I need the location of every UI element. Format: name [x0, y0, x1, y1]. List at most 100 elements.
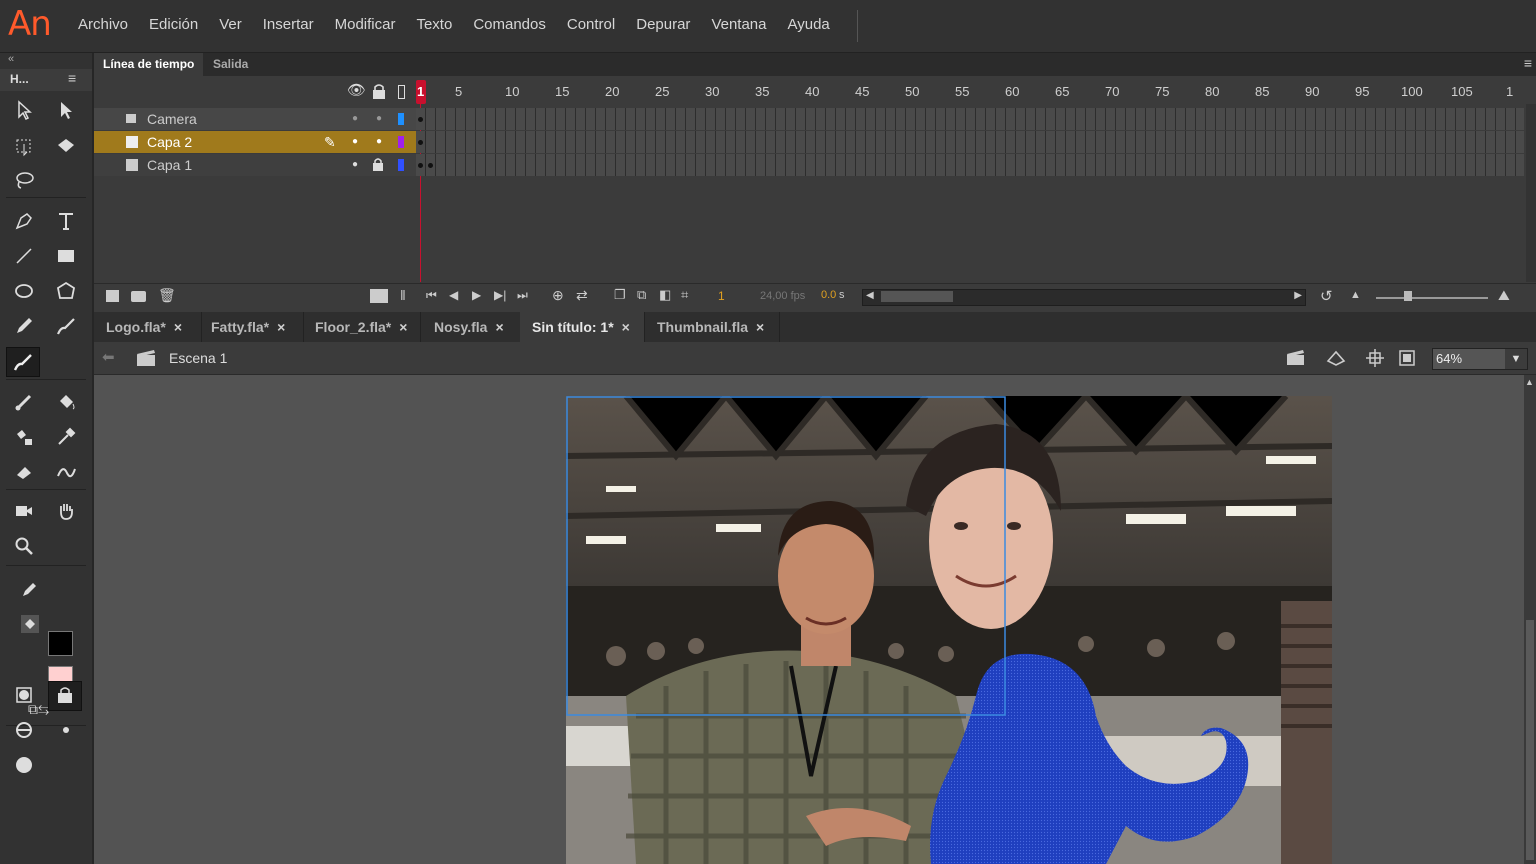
free-transform-tool-icon[interactable]: [8, 132, 40, 160]
timeline-scrollbar[interactable]: [1526, 104, 1536, 282]
rectangle-tool-icon[interactable]: [50, 242, 82, 270]
close-icon[interactable]: ×: [495, 319, 503, 335]
edit-scene-icon[interactable]: [1286, 349, 1308, 367]
doc-tab[interactable]: Floor_2.fla* ×: [303, 312, 421, 342]
onion-markers-icon[interactable]: ⌗: [681, 287, 688, 303]
keyframe[interactable]: [428, 163, 433, 168]
paint-brush-tool-icon[interactable]: [50, 312, 82, 340]
frame-rate[interactable]: 24,00 fps: [760, 290, 805, 302]
zoom-tool-icon[interactable]: [8, 532, 40, 560]
menu-depurar[interactable]: Depurar: [636, 16, 690, 33]
selection-tool-icon[interactable]: [8, 96, 40, 124]
3d-rotation-tool-icon[interactable]: [50, 132, 82, 160]
lock-all-icon[interactable]: [372, 83, 386, 99]
brush-tool-icon[interactable]: [6, 347, 40, 377]
scroll-up-icon[interactable]: ▲: [1525, 377, 1534, 387]
menu-ver[interactable]: Ver: [219, 16, 242, 33]
onion-outline-icon[interactable]: ⧉: [637, 287, 646, 303]
tab-output[interactable]: Salida: [204, 53, 257, 76]
show-hide-all-icon[interactable]: 👁: [347, 81, 366, 99]
panel-menu-icon[interactable]: ≡: [68, 70, 76, 86]
brush-mode-icon[interactable]: [8, 716, 40, 744]
delete-layer-icon[interactable]: 🗑: [158, 287, 176, 304]
timeline-hscroll[interactable]: ◀ ▶: [862, 289, 1306, 306]
play-icon[interactable]: ▶: [472, 288, 481, 302]
edit-multiple-icon[interactable]: ◧: [659, 287, 671, 303]
menu-edicion[interactable]: Edición: [149, 16, 198, 33]
menu-control[interactable]: Control: [567, 16, 615, 33]
zoom-select[interactable]: 64% ▼: [1432, 348, 1528, 370]
doc-tab[interactable]: Logo.fla* ×: [94, 312, 202, 342]
back-arrow-icon[interactable]: ⬅: [102, 348, 115, 366]
new-layer-icon[interactable]: [106, 290, 119, 302]
line-tool-icon[interactable]: [8, 242, 40, 270]
zoom-in-icon[interactable]: ⛰: [1498, 287, 1510, 304]
close-icon[interactable]: ×: [756, 319, 764, 335]
menu-ayuda[interactable]: Ayuda: [788, 16, 830, 33]
close-icon[interactable]: ×: [399, 319, 407, 335]
current-frame[interactable]: 1: [718, 289, 725, 303]
close-icon[interactable]: ×: [277, 319, 285, 335]
pencil-tool-icon[interactable]: [8, 312, 40, 340]
drag-handle-icon[interactable]: ‖: [400, 287, 406, 303]
layer-capa-2[interactable]: Capa 2 ✎ ● ●: [94, 131, 416, 153]
menu-insertar[interactable]: Insertar: [263, 16, 314, 33]
frames-camera[interactable]: [416, 108, 1524, 130]
paint-bucket-tool-icon[interactable]: [50, 388, 82, 416]
timeline-menu-icon[interactable]: ≡: [1524, 55, 1532, 71]
brush-size-icon[interactable]: [50, 716, 82, 744]
elapsed-time[interactable]: 0.0: [821, 289, 836, 301]
layer-color-swatch[interactable]: [398, 159, 404, 171]
visibility-dot[interactable]: ●: [352, 154, 358, 176]
chevron-down-icon[interactable]: ▼: [1505, 349, 1527, 369]
camera-toggle-icon[interactable]: [370, 289, 388, 303]
lock-dot[interactable]: ●: [376, 131, 382, 153]
eraser-tool-icon[interactable]: [8, 458, 40, 486]
outline-all-icon[interactable]: [398, 85, 405, 99]
scene-name[interactable]: Escena 1: [169, 350, 227, 366]
doc-tab-active[interactable]: Sin título: 1* ×: [520, 312, 645, 342]
slider-handle[interactable]: [1404, 291, 1412, 301]
keyframe[interactable]: [418, 163, 423, 168]
visibility-dot[interactable]: ●: [352, 108, 358, 130]
last-frame-icon[interactable]: ⏭: [517, 288, 528, 303]
layer-lock-icon[interactable]: [372, 157, 384, 171]
lock-dot[interactable]: ●: [376, 108, 382, 130]
onion-skin-icon[interactable]: ❐: [614, 287, 626, 303]
doc-tab[interactable]: Fatty.fla* ×: [199, 312, 304, 342]
brush-shape-icon[interactable]: [8, 751, 40, 779]
object-drawing-icon[interactable]: [8, 681, 40, 709]
text-tool-icon[interactable]: [50, 207, 82, 235]
edit-symbols-icon[interactable]: [1326, 349, 1348, 367]
first-frame-icon[interactable]: ⏮: [426, 288, 437, 303]
oval-tool-icon[interactable]: [8, 277, 40, 305]
step-back-icon[interactable]: ◀: [449, 288, 458, 302]
camera-tool-icon[interactable]: [8, 497, 40, 525]
layer-capa-1[interactable]: Capa 1 ●: [94, 154, 416, 176]
center-frame-icon[interactable]: ⊕: [552, 287, 564, 304]
clip-stage-icon[interactable]: [1398, 349, 1416, 367]
stroke-color-swatch[interactable]: [48, 631, 73, 656]
scroll-thumb[interactable]: [1526, 620, 1534, 860]
keyframe[interactable]: [418, 117, 423, 122]
doc-tab[interactable]: Thumbnail.fla ×: [645, 312, 780, 342]
new-folder-icon[interactable]: [131, 291, 146, 302]
tab-timeline[interactable]: Línea de tiempo: [94, 53, 204, 76]
eyedropper-tool-icon[interactable]: [50, 423, 82, 451]
loop-icon[interactable]: ⇄: [576, 287, 588, 304]
stage-vscroll[interactable]: ▲: [1524, 375, 1536, 864]
lock-fill-icon[interactable]: [48, 681, 82, 711]
keyframe[interactable]: [418, 140, 423, 145]
subselection-tool-icon[interactable]: [50, 96, 82, 124]
bone-tool-icon[interactable]: [8, 388, 40, 416]
scroll-left-icon[interactable]: ◀: [866, 290, 874, 301]
layer-color-swatch[interactable]: [398, 136, 404, 148]
menu-modificar[interactable]: Modificar: [335, 16, 396, 33]
collapse-icon[interactable]: «: [8, 53, 14, 65]
ink-bottle-tool-icon[interactable]: [8, 423, 40, 451]
step-forward-icon[interactable]: ▶|: [494, 288, 506, 302]
polystar-tool-icon[interactable]: [50, 277, 82, 305]
visibility-dot[interactable]: ●: [352, 131, 358, 153]
scroll-thumb[interactable]: [881, 291, 953, 302]
center-stage-icon[interactable]: [1366, 349, 1384, 367]
